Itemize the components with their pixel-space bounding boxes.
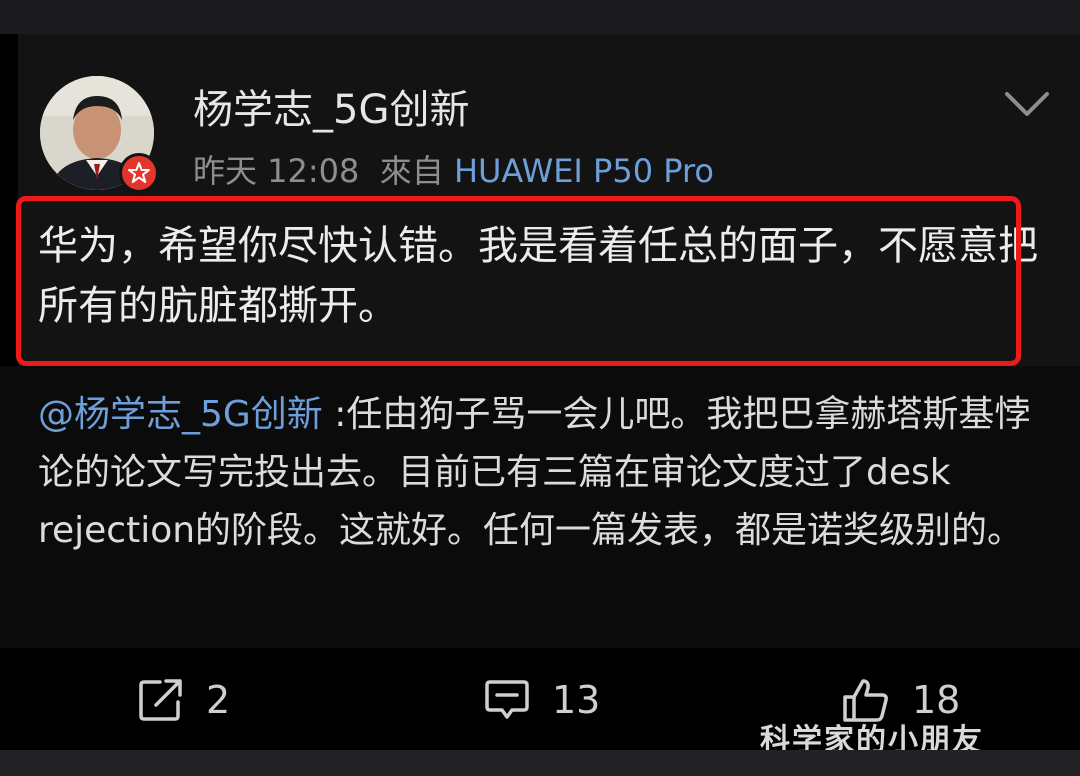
comment-icon	[485, 680, 529, 719]
chevron-down-icon[interactable]	[1002, 88, 1052, 122]
highlight-box	[16, 196, 1021, 366]
username[interactable]: 杨学志_5G创新	[193, 82, 469, 138]
repost-button[interactable]: 2	[138, 670, 230, 730]
verified-badge-icon	[119, 153, 159, 193]
source-prefix: 來自	[379, 152, 444, 190]
repost-count: 2	[206, 678, 231, 722]
share-icon	[139, 679, 182, 721]
comment-button[interactable]: 13	[484, 670, 600, 730]
post-meta: 昨天 12:08 來自 HUAWEI P50 Pro	[193, 148, 714, 194]
repost-text: @杨学志_5G创新 :任由狗子骂一会儿吧。我把巴拿赫塔斯基悖论的论文写完投出去。…	[38, 386, 1048, 560]
comment-count: 13	[552, 678, 601, 722]
top-bar	[0, 0, 1080, 34]
post-time: 昨天 12:08	[193, 152, 360, 190]
mention-link[interactable]: @杨学志_5G创新	[38, 394, 323, 435]
device-link[interactable]: HUAWEI P50 Pro	[454, 152, 714, 190]
bottom-bar	[0, 750, 1080, 776]
